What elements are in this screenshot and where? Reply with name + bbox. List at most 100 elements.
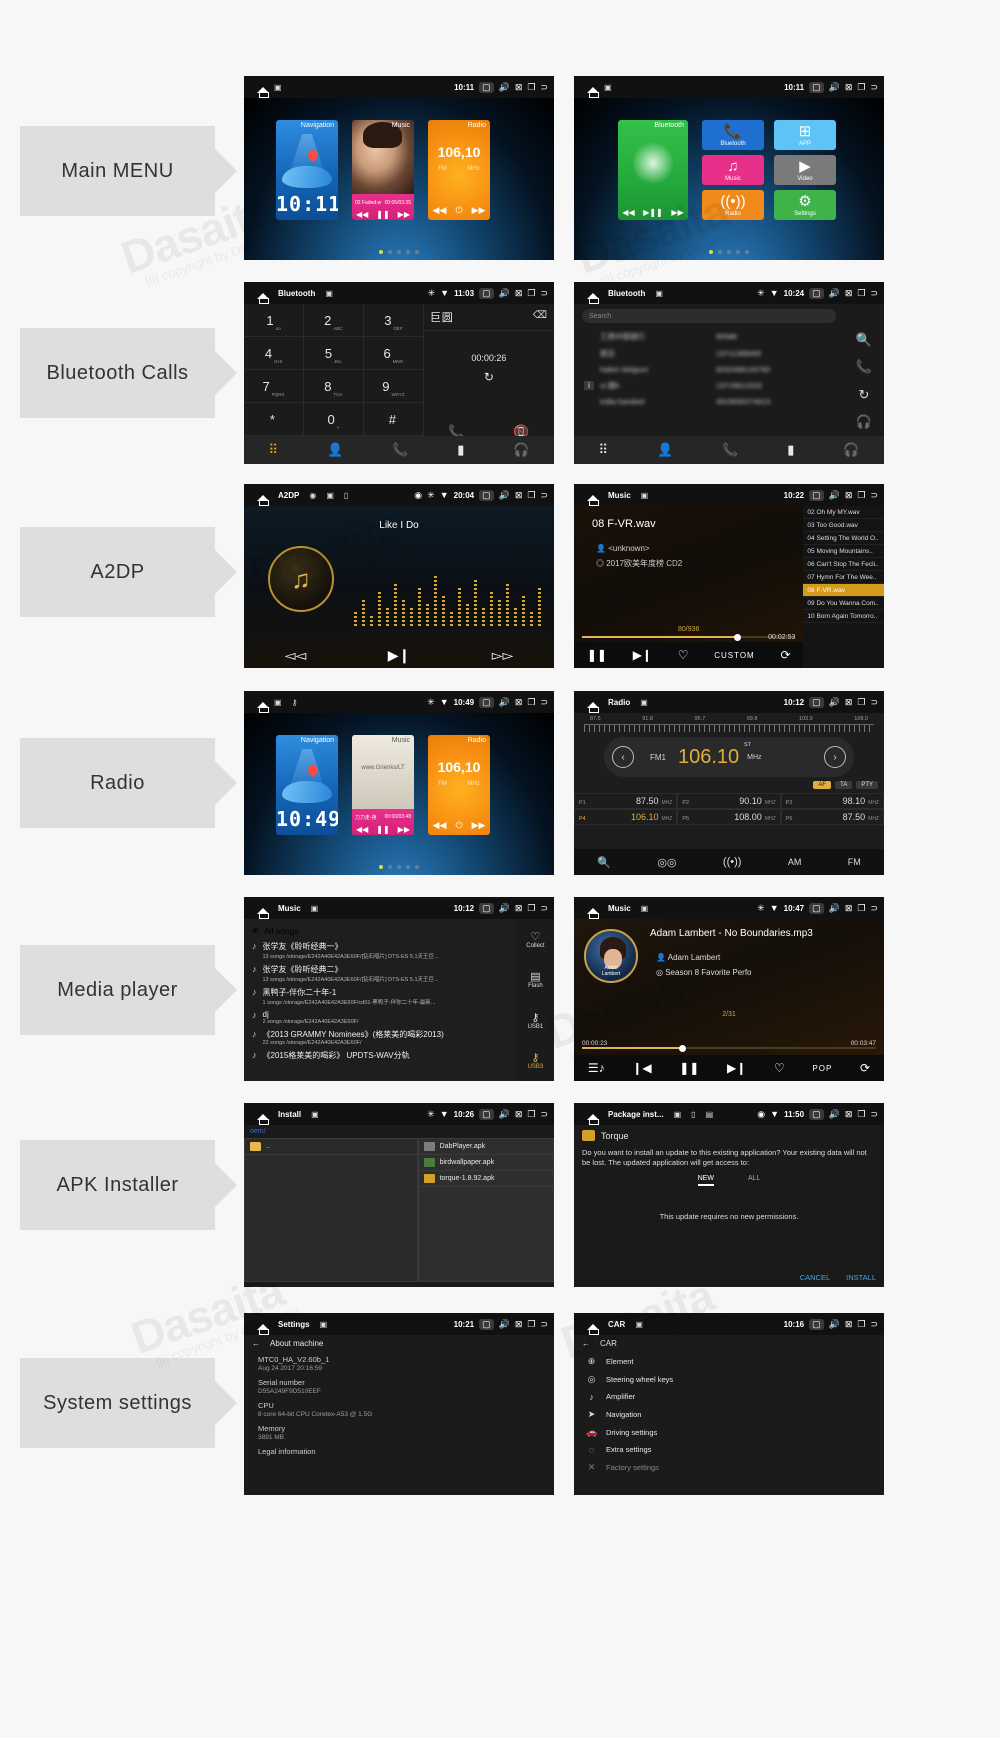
dial-key-star[interactable]: *: [244, 403, 304, 436]
permission-tabs[interactable]: NEW ALL: [574, 1175, 884, 1187]
setting-row-element[interactable]: ⊕ Element: [574, 1352, 884, 1370]
search-input[interactable]: Search: [582, 309, 836, 323]
preset-p4[interactable]: P4 106.10 MHZ: [574, 809, 678, 825]
preset-p5[interactable]: P5 108.00 MHZ: [677, 809, 781, 825]
dial-key-2[interactable]: 2 ABC: [303, 304, 364, 337]
close-icon[interactable]: ⊠: [845, 1319, 853, 1329]
favorite-icon[interactable]: ♡: [774, 1061, 785, 1075]
volume-icon[interactable]: 🔊: [829, 288, 840, 298]
app-settings[interactable]: ⚙ Settings: [774, 190, 836, 220]
preset-p1[interactable]: P1 87.50 MHZ: [574, 793, 678, 809]
close-icon[interactable]: ⊠: [845, 490, 853, 500]
preset-p3[interactable]: P3 98.10 MHZ: [780, 793, 884, 809]
window-icon[interactable]: ❐: [857, 82, 865, 92]
usb-icon[interactable]: ⚷: [292, 698, 298, 707]
tile-music[interactable]: www.Grienks/LT Music 力力走-夜 00:00/03:48 ◀…: [352, 735, 414, 835]
playlist-item[interactable]: 07 Hymn For The Wee..: [803, 571, 884, 584]
image-icon[interactable]: ▣: [641, 904, 649, 913]
tab-favorites[interactable]: ▮: [457, 442, 464, 458]
dial-key-8[interactable]: 8 TUV: [303, 370, 364, 403]
contact-row[interactable]: 郭总 13711389465: [574, 345, 840, 362]
file-row[interactable]: DabPlayer.apk: [418, 1139, 553, 1155]
camera-icon[interactable]: ▢: [479, 287, 494, 299]
camera-icon[interactable]: ▢: [479, 489, 494, 501]
backspace-icon[interactable]: ⌫: [533, 310, 547, 321]
tile-bluetooth[interactable]: Bluetooth ◀◀ ▶❚❚ ▶▶: [618, 120, 688, 220]
tile-music[interactable]: Music 02 Faded.w 00:05/03:35 ◀◀ ❚❚ ▶▶: [352, 120, 414, 220]
screen-settings-about[interactable]: Settings ▣ 10:21 ▢ 🔊 ⊠ ❐ ⊃ ← About machi…: [244, 1313, 554, 1495]
volume-icon[interactable]: 🔊: [829, 1109, 840, 1119]
volume-icon[interactable]: 🔊: [829, 490, 840, 500]
back-icon[interactable]: ⊃: [870, 1109, 878, 1119]
playlist[interactable]: 02 Oh My MY.wav 03 Too Good.wav 04 Setti…: [803, 506, 884, 668]
camera-icon[interactable]: ▢: [809, 1318, 824, 1330]
playlist-item[interactable]: 04 Setting The World O..: [803, 532, 884, 545]
pause-icon[interactable]: ❚❚: [587, 648, 607, 662]
playlist-item[interactable]: 05 Moving Mountains..: [803, 545, 884, 558]
playlist-item-selected[interactable]: 08 F-VR.wav: [803, 584, 884, 597]
frequency-scale[interactable]: 87.5 91.8 95.7 99.8 103.9 108.0: [574, 716, 884, 732]
volume-icon[interactable]: 🔊: [499, 82, 510, 92]
back-icon[interactable]: ⊃: [540, 1319, 548, 1329]
back-icon[interactable]: ⊃: [870, 82, 878, 92]
back-arrow-icon[interactable]: ←: [252, 1339, 260, 1348]
pause-icon[interactable]: ❚❚: [376, 210, 389, 219]
next-icon[interactable]: ▶▶: [398, 825, 410, 834]
file-row[interactable]: torque-1.8.92.apk: [418, 1171, 553, 1187]
preset-grid[interactable]: P1 87.50 MHZ P2 90.10 MHZ P3 98.10 MHZ P4 106.1…: [574, 793, 884, 825]
screen-main-menu-1[interactable]: ▣ 10:11 ▢ 🔊 ⊠ ❐ ⊃ Navigation 10:11 Music…: [244, 76, 554, 260]
screen-a2dp[interactable]: A2DP ◉ ▣ ▯ ◉ ✳ ▼ 20:04 ▢ 🔊 ⊠ ❐ ⊃ Like I …: [244, 484, 554, 668]
dial-key-5[interactable]: 5 JKL: [303, 337, 364, 370]
image-icon[interactable]: ▣: [674, 1110, 682, 1119]
playlist-item[interactable]: 10 Born Again Tomorro..: [803, 610, 884, 623]
rds-buttons[interactable]: AF TA PTY: [813, 781, 878, 789]
back-icon[interactable]: ⊃: [540, 903, 548, 913]
lock-icon[interactable]: ▯: [344, 491, 348, 500]
install-button[interactable]: INSTALL: [846, 1273, 876, 1282]
playlist-item[interactable]: 03 Too Good.wav: [803, 519, 884, 532]
camera-icon[interactable]: ▢: [809, 489, 824, 501]
back-icon[interactable]: ⊃: [870, 697, 878, 707]
contacts-rail[interactable]: 🔍 📞 ↻ 🎧: [844, 326, 884, 436]
screen-music-player[interactable]: Music ▣ 10:22 ▢ 🔊 ⊠ ❐ ⊃ 08 F-VR.wav 👤 <u…: [574, 484, 884, 668]
close-icon[interactable]: ⊠: [515, 697, 523, 707]
stereo-icon[interactable]: ◎◎: [657, 856, 676, 869]
setting-row-navigation[interactable]: ➤ Navigation: [574, 1405, 884, 1423]
volume-icon[interactable]: 🔊: [829, 697, 840, 707]
storage-collect[interactable]: ♡ Collect: [526, 930, 544, 949]
subheader[interactable]: ← CAR: [574, 1335, 884, 1352]
sync-icon[interactable]: ↻: [859, 387, 870, 403]
close-icon[interactable]: ⊠: [845, 903, 853, 913]
back-icon[interactable]: ⊃: [540, 490, 548, 500]
app-app[interactable]: ⊞ APP: [774, 120, 836, 150]
tile-navigation[interactable]: Navigation 10:49: [276, 735, 338, 835]
image-icon[interactable]: ▣: [655, 289, 663, 298]
image-icon[interactable]: ▣: [326, 491, 334, 500]
bt-tabbar[interactable]: ⠿ 👤 📞 ▮ 🎧: [574, 436, 884, 464]
tile-radio[interactable]: Radio 106,10 FM MHz ◀◀ ⏻ ▶▶: [428, 120, 490, 220]
prev-icon[interactable]: ◀◀: [433, 205, 447, 216]
screen-radio[interactable]: Radio ▣ 10:12 ▢ 🔊 ⊠ ❐ ⊃ 87.5 91.8 95.7 9…: [574, 691, 884, 875]
image-icon[interactable]: ▣: [274, 698, 282, 707]
volume-icon[interactable]: 🔊: [829, 82, 840, 92]
screen-apk-installer[interactable]: Install ▣ ✳ ▼ 10:26 ▢ 🔊 ⊠ ❐ ⊃ oem/ .. Da…: [244, 1103, 554, 1287]
storage-usb3[interactable]: ⚷ USB3: [528, 1051, 544, 1070]
camera-icon[interactable]: ▢: [809, 287, 824, 299]
tab-bt-device[interactable]: 🎧: [843, 442, 859, 458]
power-icon[interactable]: ⏻: [455, 205, 462, 216]
camera-icon[interactable]: ▢: [809, 1108, 824, 1120]
camera-icon[interactable]: ▢: [479, 696, 494, 708]
play-pause-icon[interactable]: ▶❙: [388, 647, 411, 664]
back-arrow-icon[interactable]: ←: [582, 1339, 590, 1348]
setting-row-factory-settings[interactable]: ✕ Factory settings: [574, 1458, 884, 1476]
tab-bt-device[interactable]: 🎧: [513, 442, 529, 458]
playlist-item[interactable]: 09 Do You Wanna Com..: [803, 597, 884, 610]
prev-icon[interactable]: ◀◀: [433, 820, 447, 831]
player-controls[interactable]: ❚❚ ▶❙ ♡ CUSTOM ⟳: [574, 642, 804, 668]
dialpad[interactable]: 1 oo 2 ABC 3 DEF 4 GHI 5 JKL 6 MNO 7 PQRS 8 TUV …: [244, 304, 424, 436]
list-item[interactable]: ♪ 《2013 GRAMMY Nominees》(格莱美的喝彩2013) 22 s…: [244, 1027, 517, 1048]
bt-tabbar[interactable]: ⠿ 👤 📞 ▮ 🎧: [244, 436, 554, 464]
radio-bottom-bar[interactable]: 🔍 ◎◎ ((•)) AM FM: [574, 849, 884, 875]
window-icon[interactable]: ❐: [527, 697, 535, 707]
dial-key-hash[interactable]: #: [363, 403, 424, 436]
